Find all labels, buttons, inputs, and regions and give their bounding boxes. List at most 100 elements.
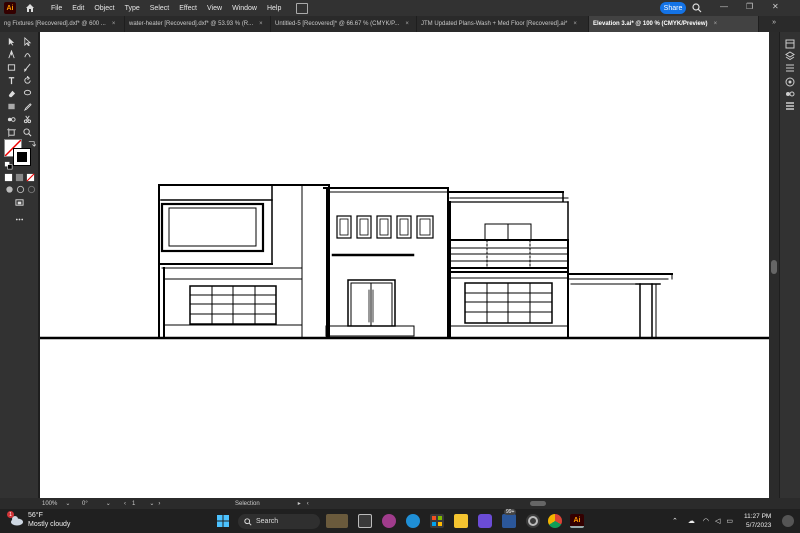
mail-icon[interactable]: 99+	[502, 509, 517, 528]
draw-mode-icon[interactable]	[4, 184, 14, 194]
tab-close-icon[interactable]: ×	[714, 21, 718, 27]
volume-icon[interactable]: ◁	[715, 517, 720, 525]
gradient-tool-icon[interactable]	[6, 101, 16, 111]
artboard-tool-icon[interactable]	[6, 127, 16, 137]
layers-panel-icon[interactable]	[785, 48, 795, 61]
search-icon[interactable]	[692, 3, 702, 15]
draw-inside-icon[interactable]	[26, 184, 36, 194]
media-player-icon[interactable]	[478, 514, 492, 528]
eraser-tool-icon[interactable]	[6, 88, 16, 98]
menu-select[interactable]: Select	[145, 5, 174, 12]
menu-object[interactable]: Object	[89, 5, 119, 12]
notifications-icon[interactable]	[782, 515, 794, 527]
current-tool-display[interactable]: Selection ▸ ‹	[235, 498, 315, 509]
color-mode-icon[interactable]	[3, 172, 13, 182]
prev-artboard-icon[interactable]: ‹	[124, 501, 126, 507]
elevation-drawing	[40, 184, 769, 340]
tab-close-icon[interactable]: ×	[405, 21, 409, 27]
tab-close-icon[interactable]: ×	[573, 21, 577, 27]
menu-window[interactable]: Window	[227, 5, 262, 12]
zoom-field[interactable]: 100% ⌄	[42, 498, 78, 509]
share-button[interactable]: Share	[660, 2, 686, 14]
edit-toolbar-icon[interactable]	[14, 214, 24, 224]
edge-icon[interactable]	[406, 514, 420, 528]
paintbrush-tool-icon[interactable]	[22, 62, 32, 72]
widgets-icon[interactable]	[326, 514, 348, 528]
rectangle-tool-icon[interactable]	[6, 62, 16, 72]
weather-widget[interactable]: 1 56°F Mostly cloudy	[7, 511, 70, 529]
tab-doc-1[interactable]: ng Fixtures [Recovered].dxf* @ 600 ... ×	[0, 16, 125, 32]
horizontal-scroll-thumb[interactable]	[530, 501, 546, 506]
wifi-icon[interactable]: ◠	[703, 517, 709, 525]
draw-behind-icon[interactable]	[15, 184, 25, 194]
menu-view[interactable]: View	[202, 5, 227, 12]
curvature-tool-icon[interactable]	[22, 49, 32, 59]
chevron-up-icon[interactable]: ⌃	[672, 517, 678, 525]
arrange-documents-icon[interactable]	[296, 2, 309, 14]
start-icon[interactable]	[216, 514, 230, 528]
maximize-button[interactable]: ❐	[746, 2, 753, 11]
taskbar-search[interactable]: Search	[238, 514, 320, 529]
file-explorer-icon[interactable]	[454, 514, 468, 528]
default-colors-icon[interactable]	[3, 160, 13, 170]
symbols-panel-icon[interactable]	[785, 86, 795, 97]
chevron-down-icon[interactable]: ⌄	[106, 500, 111, 507]
battery-icon[interactable]: ▭	[726, 517, 733, 525]
menu-help[interactable]: Help	[262, 5, 286, 12]
store-icon[interactable]	[430, 514, 444, 528]
tabs-overflow-icon[interactable]: »	[772, 19, 776, 26]
blend-tool-icon[interactable]	[6, 114, 16, 124]
artboard-navigator[interactable]: ‹ 1 ⌄ ›	[124, 498, 184, 509]
pen-tool-icon[interactable]	[6, 49, 16, 59]
tab-close-icon[interactable]: ×	[112, 21, 116, 27]
minimize-button[interactable]: —	[720, 2, 728, 11]
panel-dock	[780, 32, 800, 498]
tab-elevation-3[interactable]: Elevation 3.ai* @ 100 % (CMYK/Preview) ×	[589, 16, 759, 32]
tab-doc-3[interactable]: Untitled-5 [Recovered]* @ 66.67 % (CMYK/…	[271, 16, 417, 32]
tab-close-icon[interactable]: ×	[259, 21, 263, 27]
lasso-tool-icon[interactable]	[22, 88, 32, 98]
vertical-scrollbar[interactable]	[769, 32, 779, 498]
gradient-mode-icon[interactable]	[14, 172, 24, 182]
next-artboard-icon[interactable]: ›	[158, 501, 160, 507]
teams-icon[interactable]	[382, 514, 396, 528]
chevron-down-icon[interactable]: ⌄	[149, 500, 154, 507]
menu-type[interactable]: Type	[120, 5, 145, 12]
selection-tool-icon[interactable]	[6, 36, 16, 46]
rotation-field[interactable]: 0° ⌄	[82, 498, 118, 509]
properties-panel-icon[interactable]	[785, 36, 795, 49]
menu-edit[interactable]: Edit	[67, 5, 89, 12]
illustrator-taskbar-icon[interactable]: Ai	[570, 514, 584, 528]
scissors-tool-icon[interactable]	[22, 114, 32, 124]
stroke-swatch[interactable]	[13, 148, 31, 166]
tab-doc-2[interactable]: water-heater [Recovered].dxf* @ 53.93 % …	[125, 16, 271, 32]
menu-effect[interactable]: Effect	[174, 5, 202, 12]
tab-doc-4[interactable]: JTM Updated Plans-Wash + Med Floor [Reco…	[417, 16, 589, 32]
taskbar-clock[interactable]: 11:27 PM 5/7/2023	[744, 512, 771, 530]
type-tool-icon[interactable]	[6, 75, 16, 85]
artboard-canvas[interactable]	[40, 32, 769, 498]
swap-fill-stroke-icon[interactable]	[26, 138, 36, 148]
stroke-panel-icon[interactable]	[785, 98, 795, 110]
zoom-tool-icon[interactable]	[22, 127, 32, 137]
settings-icon[interactable]	[526, 514, 540, 528]
color-panel-icon[interactable]	[785, 74, 795, 87]
none-mode-icon[interactable]	[25, 172, 35, 182]
illustrator-window: Ai File Edit Object Type Select Effect V…	[0, 0, 800, 533]
weather-text: 56°F Mostly cloudy	[28, 511, 70, 529]
cloud-icon[interactable]: ☁	[688, 517, 695, 525]
chevron-down-icon[interactable]: ⌄	[65, 500, 70, 507]
close-window-button[interactable]: ✕	[772, 2, 779, 11]
menu-file[interactable]: File	[46, 5, 67, 12]
home-icon[interactable]	[24, 2, 36, 14]
direct-selection-tool-icon[interactable]	[22, 36, 32, 46]
play-icon[interactable]: ▸	[298, 500, 301, 507]
chrome-icon[interactable]	[548, 514, 562, 528]
rotate-tool-icon[interactable]	[22, 75, 32, 85]
screen-mode-icon[interactable]	[14, 197, 24, 207]
libraries-panel-icon[interactable]	[785, 60, 795, 72]
vertical-scroll-thumb[interactable]	[771, 260, 777, 274]
task-view-icon[interactable]	[358, 514, 372, 528]
scroll-left-icon[interactable]: ‹	[307, 501, 309, 507]
eyedropper-tool-icon[interactable]	[22, 101, 32, 111]
